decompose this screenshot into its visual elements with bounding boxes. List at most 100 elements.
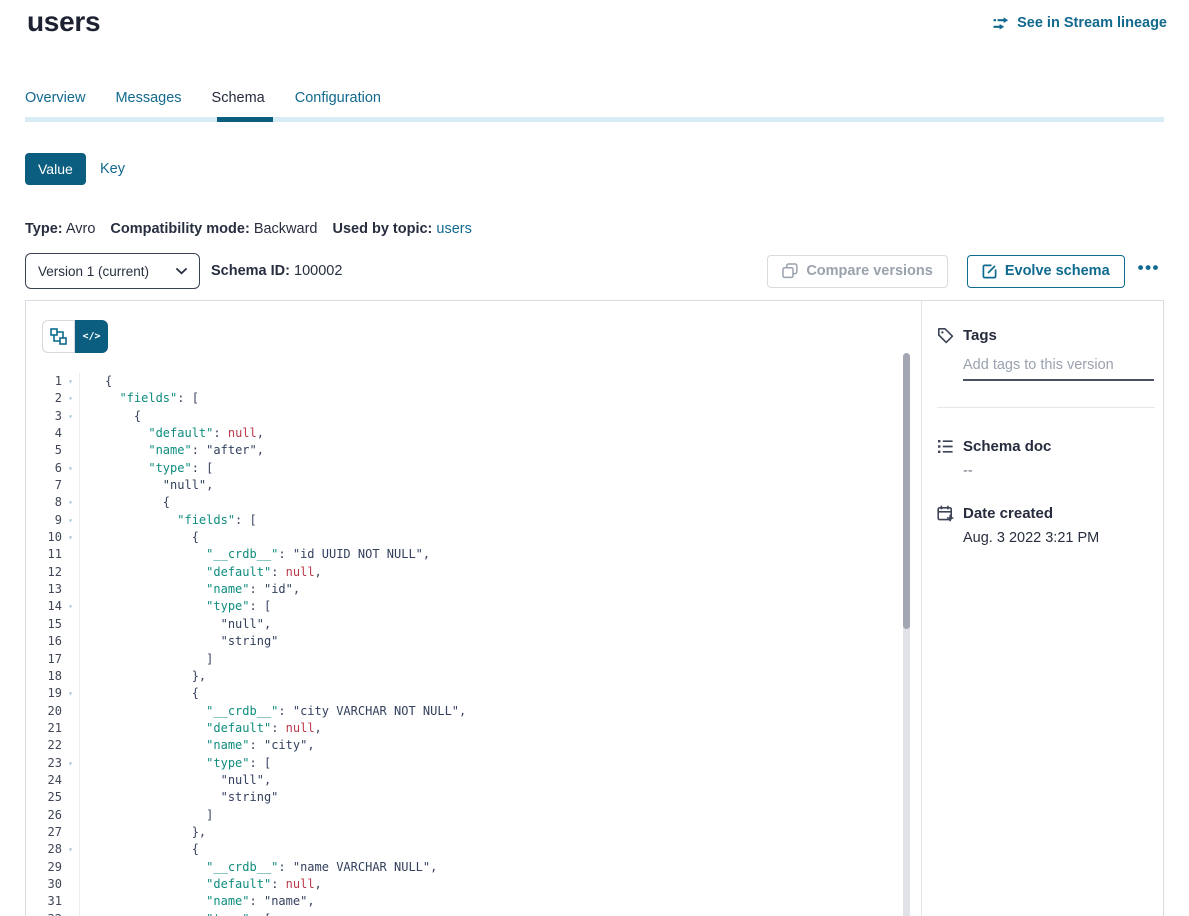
line-number: 27 bbox=[26, 824, 62, 841]
line-number: 7 bbox=[26, 477, 62, 494]
fold-spacer bbox=[62, 651, 79, 668]
tags-title: Tags bbox=[963, 327, 997, 344]
fold-toggle-icon[interactable]: ▾ bbox=[62, 373, 79, 390]
schema-meta-row: Type: Avro Compatibility mode: Backward … bbox=[25, 221, 472, 237]
line-number: 25 bbox=[26, 789, 62, 806]
more-options-button[interactable]: ••• bbox=[1138, 258, 1160, 284]
fold-toggle-icon[interactable]: ▾ bbox=[62, 755, 79, 772]
code-line-text: "string" bbox=[79, 633, 893, 650]
fold-toggle-icon[interactable]: ▾ bbox=[62, 408, 79, 425]
code-line-text: { bbox=[79, 408, 893, 425]
code-line-text: "null", bbox=[79, 477, 893, 494]
schema-doc-title: Schema doc bbox=[963, 438, 1051, 455]
code-line: 5 "name": "after", bbox=[26, 442, 893, 459]
code-line: 22 "name": "city", bbox=[26, 737, 893, 754]
line-number: 19 bbox=[26, 685, 62, 702]
fold-toggle-icon[interactable]: ▾ bbox=[62, 598, 79, 615]
code-line: 25 "string" bbox=[26, 789, 893, 806]
line-number: 5 bbox=[26, 442, 62, 459]
fold-toggle-icon[interactable]: ▾ bbox=[62, 390, 79, 407]
fold-toggle-icon[interactable]: ▾ bbox=[62, 512, 79, 529]
used-by-topic-field: Used by topic: users bbox=[332, 221, 471, 237]
fold-toggle-icon[interactable]: ▾ bbox=[62, 841, 79, 858]
tab-schema[interactable]: Schema bbox=[212, 90, 265, 106]
code-line: 4 "default": null, bbox=[26, 425, 893, 442]
line-number: 9 bbox=[26, 512, 62, 529]
code-lines: 1▾{2▾ "fields": [3▾ {4 "default": null,5… bbox=[26, 373, 893, 916]
code-line-text: "name": "id", bbox=[79, 581, 893, 598]
tags-section-header: Tags bbox=[937, 327, 1155, 344]
version-select-value: Version 1 (current) bbox=[38, 264, 149, 279]
editor-view-toggle: </> bbox=[42, 320, 108, 353]
line-number: 14 bbox=[26, 598, 62, 615]
schema-detail-panel: </> 1▾{2▾ "fields": [3▾ {4 "default": nu… bbox=[25, 300, 1164, 916]
fold-spacer bbox=[62, 616, 79, 633]
fold-spacer bbox=[62, 772, 79, 789]
code-line-text: { bbox=[79, 529, 893, 546]
compare-versions-button[interactable]: Compare versions bbox=[767, 255, 948, 288]
fold-spacer bbox=[62, 876, 79, 893]
code-line-text: "default": null, bbox=[79, 876, 893, 893]
line-number: 11 bbox=[26, 546, 62, 563]
code-line-text: "default": null, bbox=[79, 564, 893, 581]
fold-toggle-icon[interactable]: ▾ bbox=[62, 494, 79, 511]
code-line-text: "default": null, bbox=[79, 720, 893, 737]
line-number: 29 bbox=[26, 859, 62, 876]
type-field: Type: Avro bbox=[25, 221, 95, 237]
code-line: 24 "null", bbox=[26, 772, 893, 789]
fold-toggle-icon[interactable]: ▾ bbox=[62, 911, 79, 916]
line-number: 31 bbox=[26, 893, 62, 910]
version-toolbar: Version 1 (current) Schema ID: 100002 Co… bbox=[25, 253, 1164, 289]
schema-id-field: Schema ID: 100002 bbox=[211, 263, 342, 279]
ellipsis-icon: ••• bbox=[1138, 258, 1160, 277]
type-value: Avro bbox=[66, 221, 96, 237]
fold-spacer bbox=[62, 564, 79, 581]
add-tags-input[interactable] bbox=[963, 357, 1154, 381]
fold-spacer bbox=[62, 668, 79, 685]
tab-messages[interactable]: Messages bbox=[115, 90, 181, 106]
schema-id-label: Schema ID: bbox=[211, 263, 290, 279]
evolve-schema-button[interactable]: Evolve schema bbox=[967, 255, 1125, 288]
code-view-button[interactable]: </> bbox=[75, 320, 108, 353]
stream-lineage-link[interactable]: See in Stream lineage bbox=[993, 15, 1167, 31]
line-number: 18 bbox=[26, 668, 62, 685]
value-toggle-button[interactable]: Value bbox=[25, 153, 86, 185]
fold-toggle-icon[interactable]: ▾ bbox=[62, 685, 79, 702]
fold-toggle-icon[interactable]: ▾ bbox=[62, 529, 79, 546]
line-number: 4 bbox=[26, 425, 62, 442]
fold-toggle-icon[interactable]: ▾ bbox=[62, 460, 79, 477]
tab-configuration[interactable]: Configuration bbox=[295, 90, 381, 106]
tab-overview[interactable]: Overview bbox=[25, 90, 85, 106]
code-line: 15 "null", bbox=[26, 616, 893, 633]
used-by-topic-label: Used by topic: bbox=[332, 221, 432, 237]
code-line: 7 "null", bbox=[26, 477, 893, 494]
code-line: 19▾ { bbox=[26, 685, 893, 702]
code-line: 17 ] bbox=[26, 651, 893, 668]
calendar-plus-icon bbox=[937, 505, 954, 522]
code-line-text: "string" bbox=[79, 789, 893, 806]
editor-scrollbar-thumb[interactable] bbox=[903, 353, 910, 629]
code-line-text: { bbox=[79, 494, 893, 511]
code-line-text: ] bbox=[79, 807, 893, 824]
code-line: 8▾ { bbox=[26, 494, 893, 511]
tree-view-button[interactable] bbox=[42, 320, 75, 353]
key-toggle-button[interactable]: Key bbox=[100, 153, 125, 185]
code-line-text: "null", bbox=[79, 616, 893, 633]
code-line-text: "__crdb__": "id UUID NOT NULL", bbox=[79, 546, 893, 563]
code-line-text: "__crdb__": "name VARCHAR NULL", bbox=[79, 859, 893, 876]
code-line-text: "name": "name", bbox=[79, 893, 893, 910]
code-line-text: "fields": [ bbox=[79, 390, 893, 407]
line-number: 16 bbox=[26, 633, 62, 650]
stream-lineage-icon bbox=[993, 17, 1010, 30]
fold-spacer bbox=[62, 633, 79, 650]
compare-icon bbox=[782, 263, 798, 279]
side-divider bbox=[937, 407, 1155, 408]
line-number: 21 bbox=[26, 720, 62, 737]
code-line: 2▾ "fields": [ bbox=[26, 390, 893, 407]
page-title: users bbox=[27, 6, 100, 38]
version-select[interactable]: Version 1 (current) bbox=[25, 253, 200, 289]
fold-spacer bbox=[62, 720, 79, 737]
topic-link[interactable]: users bbox=[436, 221, 471, 237]
line-number: 1 bbox=[26, 373, 62, 390]
code-line-text: ] bbox=[79, 651, 893, 668]
